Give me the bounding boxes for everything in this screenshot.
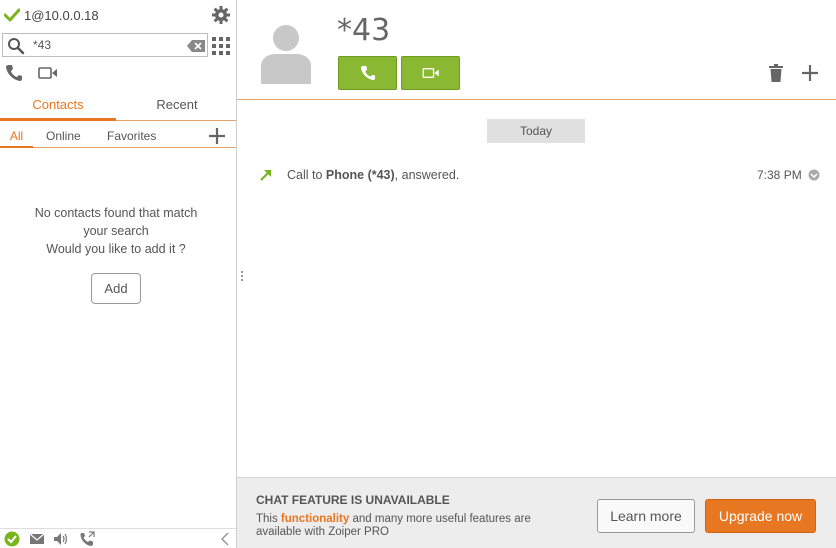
status-bar xyxy=(0,528,236,548)
tab-recent[interactable]: Recent xyxy=(118,96,236,121)
phone-icon xyxy=(360,65,375,81)
entry-suffix: , answered. xyxy=(394,168,460,182)
video-call-button[interactable] xyxy=(401,56,460,90)
clear-search-icon[interactable] xyxy=(187,40,205,52)
empty-line-3: Would you like to add it ? xyxy=(46,242,186,256)
upgrade-now-button[interactable]: Upgrade now xyxy=(705,499,816,533)
call-button[interactable] xyxy=(338,56,397,90)
empty-line-1: No contacts found that match xyxy=(34,206,198,220)
outgoing-call-arrow-icon xyxy=(260,170,271,181)
mail-icon[interactable] xyxy=(29,531,45,547)
trash-icon[interactable] xyxy=(769,64,783,82)
contact-detail-panel: *43 Today Call to Phone (*43), answered.… xyxy=(237,0,836,548)
history-entry-text: Call to Phone (*43), answered. xyxy=(287,168,459,182)
filter-favorites[interactable]: Favorites xyxy=(107,128,156,143)
entry-target: Phone (*43) xyxy=(325,168,395,182)
tab-contacts[interactable]: Contacts xyxy=(0,96,116,121)
search-box xyxy=(2,33,208,57)
learn-more-button[interactable]: Learn more xyxy=(597,499,695,533)
add-button[interactable]: Add xyxy=(91,273,141,304)
search-input[interactable] xyxy=(33,36,183,54)
empty-line-2: your search xyxy=(83,224,149,238)
entry-prefix: Call to xyxy=(287,168,326,182)
add-icon[interactable] xyxy=(801,64,819,82)
online-status-icon[interactable] xyxy=(4,531,20,547)
filter-all[interactable]: All xyxy=(0,128,33,148)
gear-icon[interactable] xyxy=(211,5,231,25)
promo-text: This functionality and many more useful … xyxy=(256,513,556,539)
filter-online[interactable]: Online xyxy=(46,128,81,143)
history-entry[interactable]: Call to Phone (*43), answered. 7:38 PM xyxy=(259,166,829,186)
day-separator: Today xyxy=(487,119,585,143)
dialpad-icon[interactable] xyxy=(212,37,230,55)
speaker-icon[interactable] xyxy=(53,531,69,547)
account-label: 1@10.0.0.18 xyxy=(24,7,99,23)
phone-icon[interactable] xyxy=(5,64,23,82)
contact-filters: All Online Favorites xyxy=(0,126,236,148)
collapse-panel-icon[interactable] xyxy=(220,531,230,547)
video-icon[interactable] xyxy=(38,66,58,80)
chat-promo-banner: CHAT FEATURE IS UNAVAILABLE This functio… xyxy=(237,477,836,548)
contact-tabs: Contacts Recent xyxy=(0,96,236,121)
call-forward-icon[interactable] xyxy=(79,531,95,547)
entry-time: 7:38 PM xyxy=(757,168,802,182)
check-icon xyxy=(4,8,20,22)
left-panel: 1@10.0.0.18 *43 Contacts Recent All Onli… xyxy=(0,0,237,548)
chevron-down-circle-icon[interactable] xyxy=(808,169,820,181)
empty-state-message: No contacts found that match your search… xyxy=(0,204,232,258)
contact-name: *43 xyxy=(337,13,391,48)
add-contact-icon[interactable] xyxy=(208,127,226,145)
account-status[interactable]: 1@10.0.0.18 xyxy=(4,6,99,24)
video-icon xyxy=(422,68,439,78)
promo-title: CHAT FEATURE IS UNAVAILABLE xyxy=(256,493,450,507)
promo-highlight-link[interactable]: functionality xyxy=(281,513,349,525)
avatar xyxy=(261,25,311,84)
search-icon xyxy=(8,38,25,55)
header-divider xyxy=(237,99,836,100)
promo-text-before: This xyxy=(256,513,281,525)
